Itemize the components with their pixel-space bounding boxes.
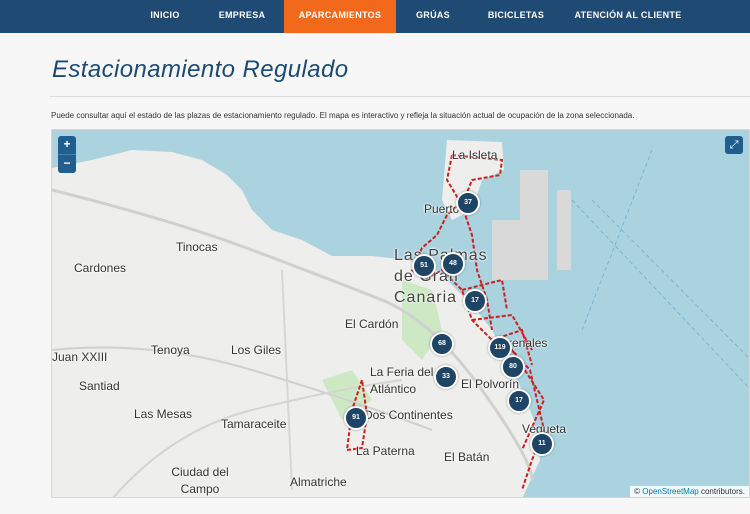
attribution-link[interactable]: OpenStreetMap <box>642 487 698 496</box>
place-label: Tamaraceite <box>221 417 287 431</box>
zoom-in-button[interactable]: + <box>58 136 76 155</box>
nav-item-atencion-cliente[interactable]: ATENCIÓN AL CLIENTE <box>573 0 683 33</box>
place-label: Juan XXIII <box>52 350 108 364</box>
cluster-marker[interactable]: 37 <box>456 191 480 215</box>
cluster-marker[interactable]: 48 <box>441 252 465 276</box>
nav-item-bicicletas[interactable]: BICICLETAS <box>476 0 556 33</box>
place-label: El Batán <box>444 450 490 464</box>
expand-icon[interactable]: ⤢ <box>725 136 743 154</box>
cluster-marker[interactable]: 33 <box>434 365 458 389</box>
place-label: Ciudad del Campo <box>171 465 229 496</box>
parking-map[interactable]: + − ⤢ La Isleta Puerto Tinocas Cardones … <box>51 129 750 498</box>
map-background <box>52 130 749 497</box>
cluster-marker[interactable]: 17 <box>507 389 531 413</box>
place-label: Dos Continentes <box>364 408 453 422</box>
place-label: La Isleta <box>452 148 498 162</box>
place-label: Cardones <box>74 261 127 275</box>
attribution-suffix: contributors. <box>698 487 745 496</box>
place-label: El Cardón <box>345 317 399 331</box>
place-label: Santiad <box>79 379 120 393</box>
place-label: Puerto <box>424 202 460 216</box>
zoom-control: + − <box>58 136 76 173</box>
cluster-marker[interactable]: 17 <box>463 289 487 313</box>
nav-item-empresa[interactable]: EMPRESA <box>207 0 277 33</box>
place-label: La Paterna <box>356 444 415 458</box>
cluster-marker[interactable]: 80 <box>501 355 525 379</box>
place-label: El Polvorín <box>461 377 520 391</box>
zoom-out-button[interactable]: − <box>58 155 76 173</box>
place-label: Tinocas <box>176 240 218 254</box>
nav-item-inicio[interactable]: INICIO <box>135 0 195 33</box>
nav-item-aparcamientos[interactable]: APARCAMIENTOS <box>284 0 396 33</box>
map-attribution: © OpenStreetMap contributors. <box>630 486 749 497</box>
place-label: Tenoya <box>151 343 190 357</box>
place-label: Las Mesas <box>134 407 193 421</box>
title-divider <box>50 96 750 97</box>
page-description: Puede consultar aquí el estado de las pl… <box>51 111 635 120</box>
cluster-marker[interactable]: 51 <box>412 254 436 278</box>
top-navigation: INICIO EMPRESA APARCAMIENTOS GRÚAS BICIC… <box>0 0 750 33</box>
cluster-marker[interactable]: 68 <box>430 332 454 356</box>
place-label: Almatriche <box>290 475 347 489</box>
cluster-marker[interactable]: 91 <box>344 406 368 430</box>
page-title: Estacionamiento Regulado <box>52 56 349 83</box>
cluster-marker[interactable]: 11 <box>530 432 554 456</box>
nav-item-gruas[interactable]: GRÚAS <box>408 0 458 33</box>
place-label: Los Giles <box>231 343 282 357</box>
